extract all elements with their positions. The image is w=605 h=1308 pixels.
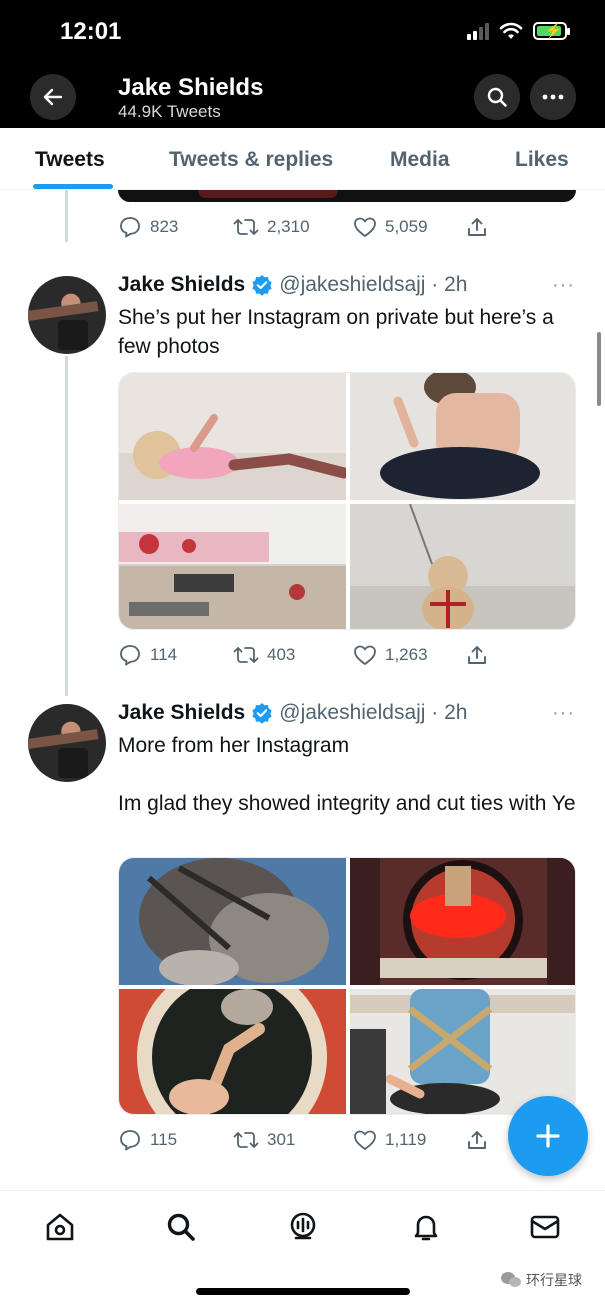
avatar[interactable] [28, 276, 106, 354]
reply-icon [120, 217, 140, 238]
reply-icon [120, 645, 140, 666]
retweet-count: 2,310 [267, 217, 310, 236]
reply-count: 115 [150, 1130, 178, 1149]
cellular-signal-icon [467, 22, 489, 40]
plus-icon [536, 1124, 560, 1148]
retweet-icon [233, 1132, 259, 1148]
tweet-header: Jake Shields @jakeshieldsajj · 2h [118, 273, 468, 297]
more-dots-icon [542, 94, 564, 100]
envelope-icon [530, 1215, 560, 1239]
nav-search[interactable] [163, 1209, 199, 1245]
tweet-text: More from her Instagram Im glad they sho… [118, 734, 576, 815]
heart-icon [354, 1130, 376, 1150]
spaces-microphone-icon [290, 1212, 316, 1240]
home-indicator[interactable] [196, 1288, 410, 1295]
tab-tweets-replies[interactable]: Tweets & replies [169, 148, 333, 172]
tweet-media-grid [118, 372, 576, 630]
status-icons: ⚡ [467, 22, 570, 40]
nav-spaces[interactable] [285, 1209, 321, 1245]
active-tab-indicator [33, 184, 113, 189]
wifi-icon [499, 22, 523, 39]
like-button[interactable]: 1,263 [353, 644, 466, 666]
wechat-logo-icon [501, 1272, 521, 1287]
like-count: 5,059 [385, 217, 428, 236]
like-count: 1,263 [385, 645, 428, 664]
media-photo[interactable] [350, 858, 575, 985]
back-button[interactable] [30, 74, 76, 120]
avatar[interactable] [28, 704, 106, 782]
retweet-icon [233, 647, 259, 663]
retweet-count: 301 [267, 1130, 296, 1149]
share-icon [468, 646, 486, 664]
retweet-button[interactable]: 301 [233, 1129, 353, 1151]
watermark-text: 环行星球 [526, 1272, 582, 1288]
heart-icon [354, 645, 376, 665]
status-time: 12:01 [60, 18, 122, 45]
media-photo[interactable] [119, 858, 346, 985]
thread-line [65, 356, 68, 696]
tweet-more-button[interactable]: ··· [552, 274, 575, 297]
reply-icon [120, 1130, 140, 1151]
top-bar: 12:01 ⚡ Jake Shields 44.9K Tweets [0, 0, 605, 128]
tweet-actions: 114 403 1,263 [118, 643, 488, 667]
tweet-actions: 115 301 1,119 [118, 1128, 488, 1152]
reply-button[interactable]: 114 [118, 643, 233, 667]
media-photo[interactable] [350, 504, 575, 629]
tab-media[interactable]: Media [390, 148, 450, 172]
arrow-left-icon [43, 88, 63, 106]
battery-icon: ⚡ [533, 22, 570, 40]
like-button[interactable]: 5,059 [353, 216, 466, 238]
share-button[interactable] [466, 216, 488, 238]
nav-messages[interactable] [527, 1209, 563, 1245]
media-photo[interactable] [350, 373, 575, 500]
reply-count: 823 [150, 217, 179, 236]
watermark: 环行星球 [500, 1270, 582, 1290]
author-handle: @jakeshieldsajj · 2h [279, 273, 468, 296]
author-name[interactable]: Jake Shields [118, 701, 245, 725]
reply-button[interactable]: 823 [118, 215, 233, 239]
scroll-indicator[interactable] [597, 332, 601, 406]
reply-button[interactable]: 115 [118, 1128, 233, 1152]
media-photo[interactable] [119, 504, 346, 629]
thread-line [65, 190, 68, 242]
share-button[interactable] [466, 1129, 488, 1151]
retweet-button[interactable]: 2,310 [233, 216, 353, 238]
tweet-more-button[interactable]: ··· [552, 702, 575, 725]
search-icon [167, 1213, 195, 1241]
home-icon [46, 1213, 74, 1241]
tweet-actions: 823 2,310 5,059 [118, 215, 488, 239]
more-options-button[interactable] [530, 74, 576, 120]
tab-likes[interactable]: Likes [515, 148, 569, 172]
retweet-count: 403 [267, 645, 296, 664]
share-icon [468, 218, 486, 236]
tab-tweets[interactable]: Tweets [35, 148, 105, 172]
retweet-icon [233, 219, 259, 235]
media-photo[interactable] [119, 373, 346, 500]
search-icon [487, 87, 507, 107]
nav-home[interactable] [42, 1209, 78, 1245]
share-icon [468, 1131, 486, 1149]
tweet-header: Jake Shields @jakeshieldsajj · 2h [118, 701, 468, 725]
previous-tweet-media[interactable] [118, 190, 576, 202]
heart-icon [354, 217, 376, 237]
bell-icon [414, 1215, 438, 1241]
tweet-count: 44.9K Tweets [118, 102, 221, 121]
profile-tabs: Tweets Tweets & replies Media Likes [0, 128, 605, 190]
reply-count: 114 [150, 645, 178, 664]
author-handle: @jakeshieldsajj · 2h [279, 701, 468, 724]
like-count: 1,119 [385, 1130, 427, 1149]
tweet-text: She’s put her Instagram on private but h… [118, 306, 554, 358]
profile-name: Jake Shields [118, 74, 264, 101]
nav-notifications[interactable] [408, 1209, 444, 1245]
verified-badge-icon [252, 275, 272, 296]
like-button[interactable]: 1,119 [353, 1129, 466, 1151]
retweet-button[interactable]: 403 [233, 644, 353, 666]
share-button[interactable] [466, 644, 488, 666]
search-button[interactable] [474, 74, 520, 120]
media-photo[interactable] [119, 989, 346, 1114]
author-name[interactable]: Jake Shields [118, 273, 245, 297]
compose-tweet-button[interactable] [508, 1096, 588, 1176]
verified-badge-icon [252, 703, 272, 724]
tweet-media-grid [118, 857, 576, 1115]
